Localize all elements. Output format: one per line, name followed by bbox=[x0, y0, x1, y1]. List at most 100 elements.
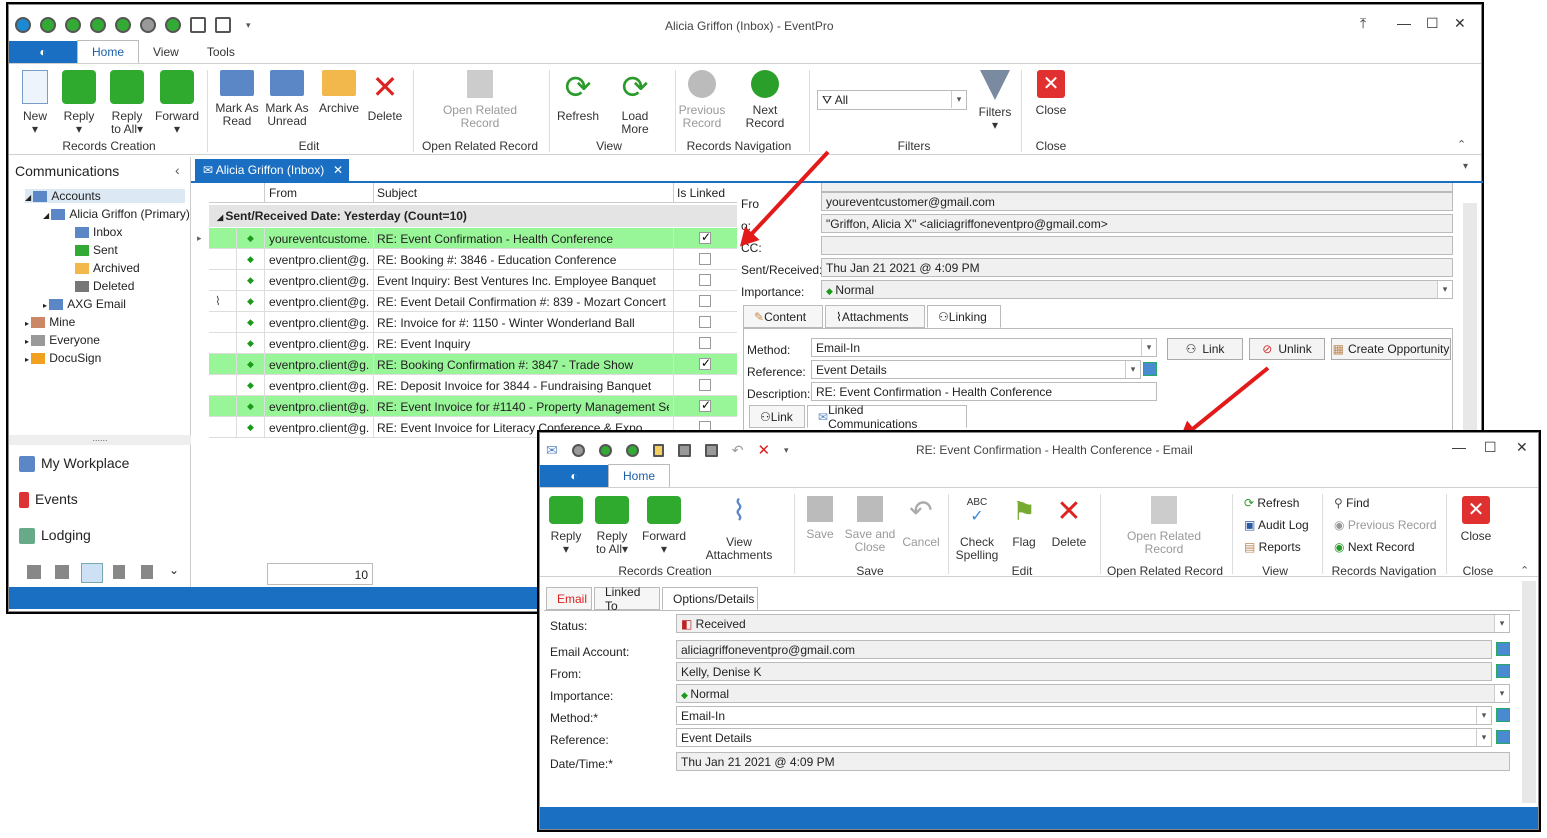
close-icon[interactable]: ✕ bbox=[1516, 439, 1528, 456]
tree-item-accounts[interactable]: ◢ Accounts bbox=[25, 189, 185, 203]
clock-icon[interactable] bbox=[115, 17, 131, 33]
is-linked-checkbox[interactable] bbox=[699, 295, 711, 307]
column-header-subject[interactable]: Subject bbox=[377, 186, 417, 200]
up-icon[interactable] bbox=[571, 443, 585, 457]
reply-all-button[interactable]: Reply to All▾ bbox=[590, 496, 634, 556]
is-linked-checkbox[interactable] bbox=[699, 230, 711, 244]
close-tab-icon[interactable]: ✕ bbox=[333, 163, 343, 177]
subtab-link[interactable]: ⚇ Link bbox=[749, 405, 805, 428]
doc-tab-inbox[interactable]: ✉ Alicia Griffon (Inbox) ✕ bbox=[195, 159, 349, 181]
chevron-down-icon[interactable]: ⌄ bbox=[169, 563, 179, 577]
table-row[interactable]: ◆ eventpro.client@g... RE: Invoice for #: … bbox=[209, 312, 737, 333]
doc-tab-menu-icon[interactable]: ▾ bbox=[1463, 161, 1468, 172]
mark-read-button[interactable]: Mark As Read bbox=[215, 70, 259, 128]
delete-x-icon[interactable]: ✕ bbox=[757, 441, 770, 459]
collapse-sidebar-icon[interactable]: ‹ bbox=[175, 162, 180, 178]
down-icon[interactable] bbox=[598, 443, 612, 457]
open-related-record-button[interactable]: Open Related Record bbox=[437, 70, 523, 130]
tree-item-docusign[interactable]: ▸ DocuSign bbox=[25, 351, 101, 365]
customize-qat-icon[interactable]: ▾ bbox=[246, 20, 251, 31]
chat-icon[interactable] bbox=[81, 563, 103, 583]
reply-button[interactable]: Reply ▾ bbox=[546, 496, 586, 556]
calculator-icon[interactable] bbox=[141, 565, 153, 579]
tree-item-archived[interactable]: Archived bbox=[75, 261, 140, 275]
column-header-is-linked[interactable]: Is Linked bbox=[677, 186, 725, 200]
create-opportunity-button[interactable]: ▦ Create Opportunity bbox=[1331, 338, 1451, 360]
subtab-linked-communications[interactable]: ✉ Linked Communications bbox=[807, 403, 967, 431]
close-icon[interactable]: ✕ bbox=[1454, 15, 1466, 32]
mark-unread-button[interactable]: Mark As Unread bbox=[265, 70, 309, 128]
tab-view[interactable]: View bbox=[139, 41, 193, 63]
audit-log-button[interactable]: ▣ Audit Log bbox=[1244, 518, 1309, 532]
previous-record-button[interactable]: ◉ Previous Record bbox=[1334, 518, 1437, 532]
collapse-ribbon-icon[interactable]: ⌃ bbox=[1457, 138, 1466, 151]
tab-home[interactable]: Home bbox=[77, 40, 140, 63]
link-button[interactable]: ⚇ Link bbox=[1167, 338, 1243, 360]
cancel-button[interactable]: ↶ Cancel bbox=[900, 496, 942, 549]
unlink-button[interactable]: ⊘ Unlink bbox=[1249, 338, 1325, 360]
clock-icon[interactable] bbox=[65, 17, 81, 33]
column-header-from[interactable]: From bbox=[269, 186, 297, 200]
clipboard-icon[interactable] bbox=[652, 443, 664, 457]
previous-record-button[interactable]: Previous Record bbox=[677, 70, 727, 130]
check-spelling-button[interactable]: ABC ✓ Check Spelling bbox=[954, 496, 1000, 562]
refresh-button[interactable]: ⟳ Refresh bbox=[555, 70, 601, 123]
save-icon[interactable] bbox=[677, 443, 691, 457]
open-related-record-button[interactable]: Open Related Record bbox=[1118, 496, 1210, 556]
table-row[interactable]: ⌇ ◆ eventpro.client@g... RE: Event Detail C… bbox=[209, 291, 737, 312]
customize-qat-icon[interactable]: ▾ bbox=[784, 445, 789, 456]
forward-button[interactable]: Forward ▾ bbox=[640, 496, 688, 556]
reply-all-button[interactable]: Reply to All▾ bbox=[105, 70, 149, 136]
building-icon[interactable] bbox=[27, 565, 41, 579]
report-icon[interactable] bbox=[55, 565, 69, 579]
lookup-icon[interactable] bbox=[1496, 708, 1510, 722]
load-more-button[interactable]: ⟳ Load More bbox=[607, 70, 663, 136]
minimize-icon[interactable]: — bbox=[1397, 15, 1411, 31]
filters-button[interactable]: Filters ▾ bbox=[973, 70, 1017, 132]
tab-content[interactable]: ✎ Content bbox=[743, 305, 823, 328]
tree-item-everyone[interactable]: ▸ Everyone bbox=[25, 333, 100, 347]
tab-options-details[interactable]: Options/Details bbox=[662, 587, 758, 610]
close-button[interactable]: ✕ Close bbox=[1456, 496, 1496, 543]
nav-lodging[interactable]: Lodging bbox=[19, 527, 91, 545]
tab-email[interactable]: Email bbox=[546, 587, 592, 610]
clipboard-icon[interactable] bbox=[113, 565, 125, 579]
down-icon[interactable] bbox=[165, 17, 181, 33]
is-linked-checkbox[interactable] bbox=[699, 253, 711, 265]
method-select[interactable]: Email-In ▾ bbox=[676, 706, 1492, 725]
up-icon[interactable] bbox=[140, 17, 156, 33]
refresh-button[interactable]: ⟳ Refresh bbox=[1244, 496, 1299, 510]
reply-button[interactable]: Reply ▾ bbox=[59, 70, 99, 136]
reference-select[interactable]: Event Details ▾ bbox=[811, 360, 1141, 379]
reports-button[interactable]: ▤ Reports bbox=[1244, 540, 1301, 554]
is-linked-checkbox[interactable] bbox=[699, 356, 711, 370]
undo-icon[interactable]: ↶ bbox=[732, 442, 744, 459]
file-tab[interactable]: ◐ bbox=[540, 465, 608, 487]
next-record-button[interactable]: ◉ Next Record bbox=[1334, 540, 1415, 554]
tree-item-deleted[interactable]: Deleted bbox=[75, 279, 134, 293]
close-button[interactable]: ✕ Close bbox=[1031, 70, 1071, 117]
delete-button[interactable]: ✕ Delete bbox=[365, 70, 405, 123]
table-row[interactable]: ◆ youreventcustome... RE: Event Confirmati… bbox=[209, 228, 737, 249]
table-row[interactable]: ◆ eventpro.client@g... RE: Event Invoice f… bbox=[209, 396, 737, 417]
is-linked-checkbox[interactable] bbox=[699, 379, 711, 391]
method-select[interactable]: Email-In ▾ bbox=[811, 338, 1157, 357]
tree-item-primary-account[interactable]: ◢ Alicia Griffon (Primary) bbox=[43, 207, 190, 221]
is-linked-checkbox[interactable] bbox=[699, 316, 711, 328]
tab-attachments[interactable]: ⌇ Attachments bbox=[825, 305, 925, 328]
save-close-icon[interactable] bbox=[704, 443, 718, 457]
collapse-ribbon-icon[interactable]: ⌃ bbox=[1520, 564, 1529, 577]
tree-item-mine[interactable]: ▸ Mine bbox=[25, 315, 75, 329]
lookup-icon[interactable] bbox=[1496, 730, 1510, 744]
is-linked-checkbox[interactable] bbox=[699, 398, 711, 412]
table-row[interactable]: ◆ eventpro.client@g... RE: Deposit Invoice… bbox=[209, 375, 737, 396]
clock-icon[interactable] bbox=[90, 17, 106, 33]
tree-item-axg-email[interactable]: ▸ AXG Email bbox=[43, 297, 126, 311]
maximize-icon[interactable]: ☐ bbox=[1426, 15, 1439, 32]
tree-item-inbox[interactable]: Inbox bbox=[75, 225, 122, 239]
nav-events[interactable]: Events bbox=[19, 491, 78, 509]
table-row[interactable]: ◆ eventpro.client@g... RE: Event Inquiry bbox=[209, 333, 737, 354]
view-attachments-button[interactable]: ⌇ View Attachments bbox=[692, 496, 786, 562]
table-row[interactable]: ◆ eventpro.client@g... RE: Booking Confirm… bbox=[209, 354, 737, 375]
table-row[interactable]: ◆ eventpro.client@g... RE: Booking #: 3846… bbox=[209, 249, 737, 270]
